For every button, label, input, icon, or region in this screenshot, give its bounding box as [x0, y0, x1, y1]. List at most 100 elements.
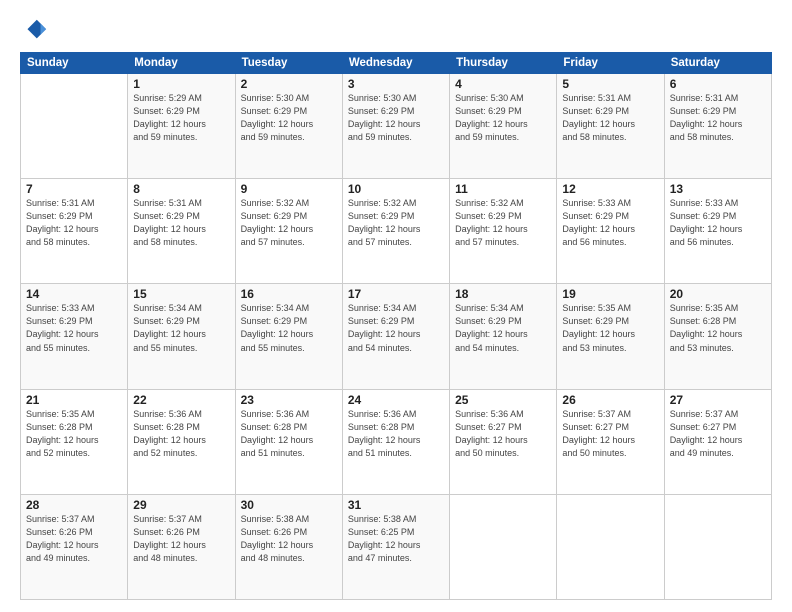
day-number: 25 — [455, 393, 551, 407]
day-number: 16 — [241, 287, 337, 301]
day-info: Sunrise: 5:34 AM Sunset: 6:29 PM Dayligh… — [133, 302, 229, 354]
day-info: Sunrise: 5:31 AM Sunset: 6:29 PM Dayligh… — [133, 197, 229, 249]
col-header-monday: Monday — [128, 53, 235, 74]
calendar-cell: 15Sunrise: 5:34 AM Sunset: 6:29 PM Dayli… — [128, 284, 235, 389]
day-number: 23 — [241, 393, 337, 407]
day-info: Sunrise: 5:30 AM Sunset: 6:29 PM Dayligh… — [348, 92, 444, 144]
day-info: Sunrise: 5:31 AM Sunset: 6:29 PM Dayligh… — [562, 92, 658, 144]
calendar-cell: 12Sunrise: 5:33 AM Sunset: 6:29 PM Dayli… — [557, 179, 664, 284]
col-header-sunday: Sunday — [21, 53, 128, 74]
calendar-cell: 7Sunrise: 5:31 AM Sunset: 6:29 PM Daylig… — [21, 179, 128, 284]
day-info: Sunrise: 5:32 AM Sunset: 6:29 PM Dayligh… — [241, 197, 337, 249]
day-info: Sunrise: 5:36 AM Sunset: 6:28 PM Dayligh… — [241, 408, 337, 460]
calendar-cell: 21Sunrise: 5:35 AM Sunset: 6:28 PM Dayli… — [21, 389, 128, 494]
day-info: Sunrise: 5:35 AM Sunset: 6:28 PM Dayligh… — [26, 408, 122, 460]
calendar-cell: 24Sunrise: 5:36 AM Sunset: 6:28 PM Dayli… — [342, 389, 449, 494]
week-row-4: 21Sunrise: 5:35 AM Sunset: 6:28 PM Dayli… — [21, 389, 772, 494]
day-number: 11 — [455, 182, 551, 196]
day-info: Sunrise: 5:32 AM Sunset: 6:29 PM Dayligh… — [348, 197, 444, 249]
day-info: Sunrise: 5:36 AM Sunset: 6:28 PM Dayligh… — [348, 408, 444, 460]
week-row-3: 14Sunrise: 5:33 AM Sunset: 6:29 PM Dayli… — [21, 284, 772, 389]
day-number: 12 — [562, 182, 658, 196]
calendar-cell — [450, 494, 557, 599]
day-info: Sunrise: 5:36 AM Sunset: 6:28 PM Dayligh… — [133, 408, 229, 460]
day-number: 7 — [26, 182, 122, 196]
header-row: SundayMondayTuesdayWednesdayThursdayFrid… — [21, 53, 772, 74]
day-number: 29 — [133, 498, 229, 512]
week-row-5: 28Sunrise: 5:37 AM Sunset: 6:26 PM Dayli… — [21, 494, 772, 599]
day-info: Sunrise: 5:38 AM Sunset: 6:25 PM Dayligh… — [348, 513, 444, 565]
day-info: Sunrise: 5:38 AM Sunset: 6:26 PM Dayligh… — [241, 513, 337, 565]
day-info: Sunrise: 5:33 AM Sunset: 6:29 PM Dayligh… — [26, 302, 122, 354]
day-info: Sunrise: 5:33 AM Sunset: 6:29 PM Dayligh… — [670, 197, 766, 249]
col-header-friday: Friday — [557, 53, 664, 74]
day-number: 8 — [133, 182, 229, 196]
day-number: 31 — [348, 498, 444, 512]
calendar-cell: 29Sunrise: 5:37 AM Sunset: 6:26 PM Dayli… — [128, 494, 235, 599]
calendar-cell: 10Sunrise: 5:32 AM Sunset: 6:29 PM Dayli… — [342, 179, 449, 284]
week-row-1: 1Sunrise: 5:29 AM Sunset: 6:29 PM Daylig… — [21, 74, 772, 179]
calendar-cell — [21, 74, 128, 179]
calendar-cell: 23Sunrise: 5:36 AM Sunset: 6:28 PM Dayli… — [235, 389, 342, 494]
day-info: Sunrise: 5:37 AM Sunset: 6:26 PM Dayligh… — [133, 513, 229, 565]
calendar-cell: 27Sunrise: 5:37 AM Sunset: 6:27 PM Dayli… — [664, 389, 771, 494]
day-info: Sunrise: 5:37 AM Sunset: 6:27 PM Dayligh… — [670, 408, 766, 460]
calendar-cell: 6Sunrise: 5:31 AM Sunset: 6:29 PM Daylig… — [664, 74, 771, 179]
col-header-thursday: Thursday — [450, 53, 557, 74]
day-number: 28 — [26, 498, 122, 512]
day-info: Sunrise: 5:36 AM Sunset: 6:27 PM Dayligh… — [455, 408, 551, 460]
calendar-cell: 3Sunrise: 5:30 AM Sunset: 6:29 PM Daylig… — [342, 74, 449, 179]
day-number: 13 — [670, 182, 766, 196]
day-info: Sunrise: 5:37 AM Sunset: 6:26 PM Dayligh… — [26, 513, 122, 565]
day-info: Sunrise: 5:34 AM Sunset: 6:29 PM Dayligh… — [348, 302, 444, 354]
calendar-cell: 31Sunrise: 5:38 AM Sunset: 6:25 PM Dayli… — [342, 494, 449, 599]
calendar-cell: 16Sunrise: 5:34 AM Sunset: 6:29 PM Dayli… — [235, 284, 342, 389]
day-number: 17 — [348, 287, 444, 301]
day-number: 15 — [133, 287, 229, 301]
day-number: 2 — [241, 77, 337, 91]
calendar-cell: 14Sunrise: 5:33 AM Sunset: 6:29 PM Dayli… — [21, 284, 128, 389]
calendar-cell: 17Sunrise: 5:34 AM Sunset: 6:29 PM Dayli… — [342, 284, 449, 389]
day-info: Sunrise: 5:33 AM Sunset: 6:29 PM Dayligh… — [562, 197, 658, 249]
day-number: 10 — [348, 182, 444, 196]
page-header — [20, 16, 772, 44]
col-header-wednesday: Wednesday — [342, 53, 449, 74]
day-number: 27 — [670, 393, 766, 407]
calendar-cell: 20Sunrise: 5:35 AM Sunset: 6:28 PM Dayli… — [664, 284, 771, 389]
day-number: 3 — [348, 77, 444, 91]
calendar-cell: 9Sunrise: 5:32 AM Sunset: 6:29 PM Daylig… — [235, 179, 342, 284]
day-info: Sunrise: 5:31 AM Sunset: 6:29 PM Dayligh… — [670, 92, 766, 144]
calendar-cell: 1Sunrise: 5:29 AM Sunset: 6:29 PM Daylig… — [128, 74, 235, 179]
calendar-cell: 25Sunrise: 5:36 AM Sunset: 6:27 PM Dayli… — [450, 389, 557, 494]
day-number: 30 — [241, 498, 337, 512]
day-number: 9 — [241, 182, 337, 196]
day-info: Sunrise: 5:34 AM Sunset: 6:29 PM Dayligh… — [455, 302, 551, 354]
day-info: Sunrise: 5:30 AM Sunset: 6:29 PM Dayligh… — [241, 92, 337, 144]
calendar-cell: 2Sunrise: 5:30 AM Sunset: 6:29 PM Daylig… — [235, 74, 342, 179]
calendar-cell: 8Sunrise: 5:31 AM Sunset: 6:29 PM Daylig… — [128, 179, 235, 284]
day-number: 19 — [562, 287, 658, 301]
day-number: 6 — [670, 77, 766, 91]
week-row-2: 7Sunrise: 5:31 AM Sunset: 6:29 PM Daylig… — [21, 179, 772, 284]
day-info: Sunrise: 5:35 AM Sunset: 6:28 PM Dayligh… — [670, 302, 766, 354]
calendar-cell: 5Sunrise: 5:31 AM Sunset: 6:29 PM Daylig… — [557, 74, 664, 179]
day-info: Sunrise: 5:30 AM Sunset: 6:29 PM Dayligh… — [455, 92, 551, 144]
day-info: Sunrise: 5:32 AM Sunset: 6:29 PM Dayligh… — [455, 197, 551, 249]
day-number: 24 — [348, 393, 444, 407]
col-header-tuesday: Tuesday — [235, 53, 342, 74]
calendar-cell: 28Sunrise: 5:37 AM Sunset: 6:26 PM Dayli… — [21, 494, 128, 599]
calendar-cell — [557, 494, 664, 599]
logo-icon — [20, 16, 48, 44]
day-info: Sunrise: 5:31 AM Sunset: 6:29 PM Dayligh… — [26, 197, 122, 249]
day-number: 1 — [133, 77, 229, 91]
day-number: 14 — [26, 287, 122, 301]
day-info: Sunrise: 5:34 AM Sunset: 6:29 PM Dayligh… — [241, 302, 337, 354]
day-number: 26 — [562, 393, 658, 407]
day-number: 4 — [455, 77, 551, 91]
day-number: 18 — [455, 287, 551, 301]
calendar-cell: 19Sunrise: 5:35 AM Sunset: 6:29 PM Dayli… — [557, 284, 664, 389]
calendar-cell: 13Sunrise: 5:33 AM Sunset: 6:29 PM Dayli… — [664, 179, 771, 284]
day-number: 21 — [26, 393, 122, 407]
logo — [20, 16, 52, 44]
day-info: Sunrise: 5:35 AM Sunset: 6:29 PM Dayligh… — [562, 302, 658, 354]
